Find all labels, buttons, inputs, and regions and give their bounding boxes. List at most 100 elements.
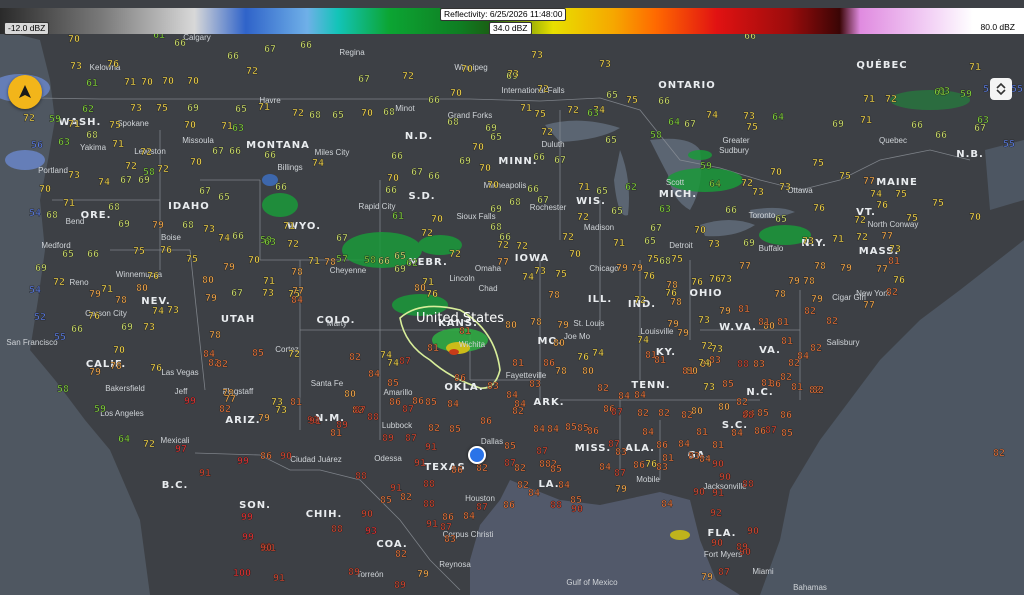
temperature-label: 77 — [876, 264, 888, 275]
temperature-label: 87 — [354, 405, 366, 416]
temperature-label: 73 — [275, 405, 287, 416]
temperature-label: 65 — [332, 110, 344, 121]
temperature-label: 80 — [344, 389, 356, 400]
temperature-label: 73 — [889, 244, 901, 255]
temperature-label: 78 — [209, 330, 221, 341]
temperature-label: 73 — [262, 288, 274, 299]
current-location-dot[interactable] — [468, 446, 486, 464]
temperature-label: 100 — [233, 568, 251, 579]
temperature-label: 78 — [291, 267, 303, 278]
temperature-label: 72 — [537, 84, 549, 95]
temperature-label: 72 — [53, 277, 65, 288]
temperature-label: 86 — [454, 373, 466, 384]
city-label: Bahamas — [793, 583, 827, 592]
temperature-label: 69 — [35, 263, 47, 274]
temperature-label: 91 — [199, 468, 211, 479]
region-label: ORE. — [81, 210, 112, 221]
temperature-label: 82 — [788, 358, 800, 369]
temperature-label: 59 — [49, 114, 61, 125]
temperature-label: 87 — [405, 433, 417, 444]
temperature-label: 78 — [115, 295, 127, 306]
temperature-label: 67 — [537, 195, 549, 206]
temperature-label: 79 — [557, 320, 569, 331]
temperature-label: 85 — [722, 379, 734, 390]
weather-map[interactable]: WASH.ORE.CALIF.IDAHONEV.UTAHARIZ.MONTANA… — [0, 0, 1024, 595]
temperature-label: 86 — [587, 426, 599, 437]
temperature-label: 81 — [290, 397, 302, 408]
temperature-label: 88 — [742, 479, 754, 490]
temperature-label: 81 — [888, 256, 900, 267]
temperature-label: 63 — [587, 108, 599, 119]
temperature-label: 72 — [140, 147, 152, 158]
temperature-label: 70 — [461, 64, 473, 75]
temperature-label: 70 — [361, 108, 373, 119]
temperature-label: 74 — [870, 189, 882, 200]
temperature-label: 64 — [709, 179, 721, 190]
temperature-label: 74 — [218, 233, 230, 244]
temperature-label: 70 — [487, 180, 499, 191]
temperature-label: 90 — [747, 526, 759, 537]
region-label: B.C. — [162, 480, 189, 491]
layers-toggle-button[interactable] — [990, 78, 1012, 100]
temperature-label: 73 — [711, 344, 723, 355]
temperature-label: 79 — [719, 306, 731, 317]
temperature-label: 67 — [358, 74, 370, 85]
temperature-label: 72 — [157, 164, 169, 175]
temperature-label: 68 — [86, 130, 98, 141]
temperature-label: 79 — [152, 220, 164, 231]
temperature-label: 77 — [224, 394, 236, 405]
temperature-label: 69 — [832, 119, 844, 130]
temperature-label: 75 — [534, 109, 546, 120]
temperature-label: 69 — [394, 264, 406, 275]
temperature-label: 66 — [533, 152, 545, 163]
temperature-label: 72 — [143, 439, 155, 450]
temperature-label: 73 — [531, 50, 543, 61]
temperature-label: 84 — [447, 399, 459, 410]
city-label: Duluth — [541, 140, 564, 149]
temperature-label: 71 — [520, 103, 532, 114]
temperature-label: 81 — [512, 358, 524, 369]
city-label: Sudbury — [719, 146, 749, 155]
temperature-label: 90 — [693, 487, 705, 498]
region-label: W.VA. — [719, 322, 757, 333]
temperature-label: 77 — [881, 231, 893, 242]
temperature-label: 79 — [89, 289, 101, 300]
temperature-label: 84 — [599, 462, 611, 473]
temperature-label: 84 — [547, 424, 559, 435]
temperature-label: 72 — [854, 215, 866, 226]
navigation-arrow-button[interactable] — [8, 75, 42, 109]
city-label: Spokane — [117, 119, 149, 128]
temperature-label: 82 — [597, 383, 609, 394]
temperature-label: 71 — [578, 182, 590, 193]
temperature-label: 73 — [720, 274, 732, 285]
temperature-label: 85 — [380, 495, 392, 506]
temperature-label: 67 — [199, 186, 211, 197]
temperature-label: 68 — [182, 220, 194, 231]
temperature-label: 84 — [463, 511, 475, 522]
city-label: Bend — [66, 217, 85, 226]
temperature-label: 85 — [781, 428, 793, 439]
temperature-label: 82 — [349, 352, 361, 363]
temperature-label: 71 — [308, 256, 320, 267]
temperature-label: 88 — [331, 524, 343, 535]
temperature-label: 90 — [711, 538, 723, 549]
temperature-label: 65 — [394, 251, 406, 262]
temperature-label: 81 — [761, 378, 773, 389]
temperature-label: 81 — [712, 440, 724, 451]
city-label: Joe Mo — [564, 332, 591, 341]
temperature-label: 59 — [960, 89, 972, 100]
city-label: Lubbock — [382, 421, 413, 430]
city-label: Cigar Girl — [832, 293, 866, 302]
temperature-label: 92 — [710, 508, 722, 519]
city-label: Lincoln — [449, 274, 474, 283]
temperature-label: 70 — [770, 167, 782, 178]
temperature-label: 75 — [906, 213, 918, 224]
temperature-label: 74 — [152, 306, 164, 317]
temperature-label: 84 — [699, 454, 711, 465]
temperature-label: 84 — [368, 369, 380, 380]
temperature-label: 91 — [426, 519, 438, 530]
temperature-label: 70 — [113, 345, 125, 356]
region-label: ILL. — [588, 294, 612, 305]
temperature-label: 86 — [633, 460, 645, 471]
temperature-label: 75 — [626, 95, 638, 106]
